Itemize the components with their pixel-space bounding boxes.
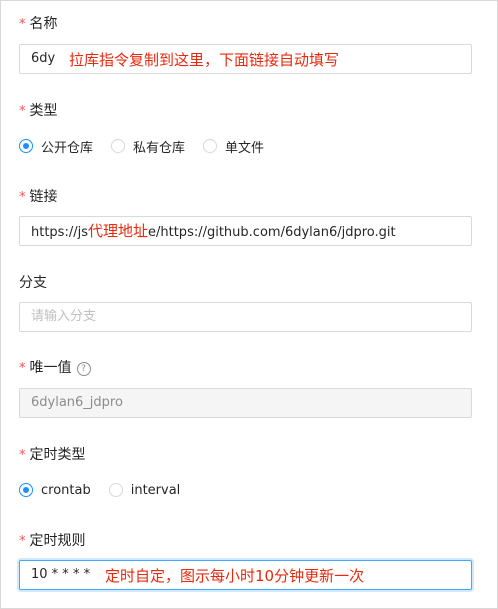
required-mark: * [19, 448, 26, 463]
type-radio-public[interactable]: 公开仓库 [19, 137, 93, 156]
name-input-value: 6dy [31, 51, 56, 66]
link-value-prefix: https://js [31, 225, 88, 240]
schedule-rule-annotation: 定时自定，图示每小时10分钟更新一次 [105, 567, 365, 585]
radio-unchecked-icon[interactable] [108, 483, 123, 497]
required-mark: * [19, 104, 26, 119]
unique-input: 6dylan6_jdpro [19, 388, 472, 418]
schedule-option-crontab[interactable]: crontab [41, 483, 91, 498]
radio-unchecked-icon[interactable] [203, 139, 218, 153]
branch-input[interactable]: 请输入分支 [19, 302, 472, 332]
branch-label-text: 分支 [19, 275, 47, 291]
name-annotation: 拉库指令复制到这里，下面链接自动填写 [69, 51, 340, 69]
schedule-type-label-text: 定时类型 [29, 447, 86, 463]
type-option-single-file[interactable]: 单文件 [225, 137, 264, 156]
schedule-rule-label: * 定时规则 [19, 531, 86, 552]
type-radio-single-file[interactable]: 单文件 [203, 137, 264, 156]
schedule-option-interval[interactable]: interval [131, 483, 181, 498]
name-label-text: 名称 [29, 16, 58, 32]
link-value-suffix: e/https://github.com/6dylan6/jdpro.git [148, 225, 396, 240]
type-radio-group: 公开仓库 私有仓库 单文件 [19, 136, 282, 156]
schedule-radio-interval[interactable]: interval [108, 483, 181, 498]
form-panel: * 名称 6dy 拉库指令复制到这里，下面链接自动填写 * 类型 公开仓库 私有仓库… [0, 0, 498, 609]
radio-unchecked-icon[interactable] [111, 139, 126, 153]
name-label: * 名称 [19, 14, 58, 35]
question-circle-icon[interactable]: ? [76, 362, 91, 376]
link-label-text: 链接 [29, 189, 58, 205]
type-radio-private[interactable]: 私有仓库 [111, 137, 185, 156]
required-mark: * [19, 361, 26, 376]
unique-label-text: 唯一值 [29, 360, 72, 376]
schedule-type-label: * 定时类型 [19, 445, 86, 466]
unique-label: * 唯一值? [19, 358, 91, 379]
schedule-radio-crontab[interactable]: crontab [19, 483, 91, 498]
unique-input-value: 6dylan6_jdpro [31, 395, 123, 410]
type-option-private[interactable]: 私有仓库 [133, 137, 185, 156]
type-option-public[interactable]: 公开仓库 [41, 137, 93, 156]
required-mark: * [19, 190, 26, 205]
type-label: * 类型 [19, 101, 58, 122]
branch-label: 分支 [19, 273, 47, 293]
radio-checked-icon[interactable] [19, 483, 33, 497]
required-mark: * [19, 17, 26, 32]
link-input[interactable]: https://js代理地址e/https://github.com/6dyla… [19, 216, 472, 246]
schedule-type-radio-group: crontab interval [19, 480, 198, 500]
radio-checked-icon[interactable] [19, 139, 33, 153]
link-label: * 链接 [19, 187, 58, 208]
required-mark: * [19, 534, 26, 549]
schedule-rule-value: 10 * * * * [31, 567, 91, 582]
link-annotation: 代理地址 [87, 222, 148, 240]
branch-placeholder: 请输入分支 [31, 309, 97, 324]
type-label-text: 类型 [29, 103, 58, 119]
schedule-rule-label-text: 定时规则 [29, 533, 86, 549]
